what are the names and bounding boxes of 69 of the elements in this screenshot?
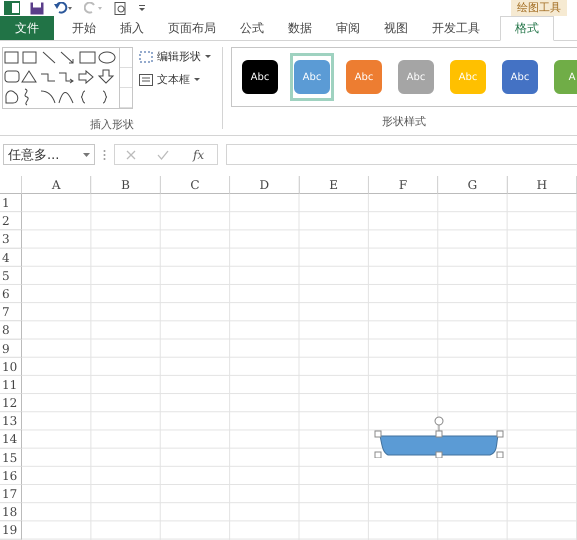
undo-icon[interactable]: [54, 2, 74, 14]
column-header[interactable]: H: [508, 176, 577, 194]
row-header[interactable]: 2: [0, 212, 22, 230]
column-header[interactable]: G: [438, 176, 508, 194]
freeform-shape[interactable]: [380, 436, 498, 456]
column-header[interactable]: C: [160, 176, 230, 194]
name-box[interactable]: 任意多...: [3, 144, 95, 165]
style-label: A: [568, 72, 576, 82]
check-icon[interactable]: [157, 150, 170, 160]
column-header[interactable]: E: [300, 176, 369, 194]
row-header[interactable]: 11: [0, 376, 22, 394]
group-label: 插入形状: [89, 116, 135, 132]
row-header[interactable]: 3: [0, 230, 22, 249]
row-header[interactable]: 1: [0, 194, 22, 212]
row-header[interactable]: 7: [0, 303, 22, 322]
row-header[interactable]: 16: [0, 466, 22, 485]
row-header[interactable]: 15: [0, 448, 22, 467]
style-label: Abc: [406, 72, 426, 82]
column-header[interactable]: B: [91, 176, 161, 194]
excel-icon[interactable]: [4, 1, 20, 15]
drag-handle-icon[interactable]: [103, 148, 106, 160]
row-header[interactable]: 19: [0, 521, 22, 540]
text-box-icon: [139, 74, 153, 86]
group-label: 形状样式: [381, 114, 427, 130]
ribbon-tab[interactable]: 页面布局: [156, 16, 228, 40]
caret-icon: [83, 152, 90, 156]
row-header[interactable]: 18: [0, 503, 22, 522]
style-option[interactable]: Abc: [238, 53, 282, 101]
save-icon[interactable]: [30, 2, 44, 14]
row-header[interactable]: 10: [0, 358, 22, 376]
row-header[interactable]: 13: [0, 412, 22, 430]
print-preview-icon[interactable]: [114, 2, 128, 14]
ribbon-tab[interactable]: 视图: [372, 16, 420, 40]
style-label: Abc: [354, 72, 374, 82]
insert-function-button[interactable]: fx: [190, 148, 206, 162]
row-header[interactable]: 5: [0, 266, 22, 285]
ribbon-tab[interactable]: 数据: [276, 16, 324, 40]
column-header[interactable]: F: [368, 176, 438, 194]
edit-shape-button[interactable]: 编辑形状: [137, 47, 213, 66]
ribbon-tab[interactable]: 开始: [60, 16, 108, 40]
ribbon-tab[interactable]: 开发工具: [420, 16, 492, 40]
edit-points-icon: [139, 50, 153, 62]
style-option[interactable]: Abc: [498, 53, 542, 101]
gallery-scrollbar[interactable]: [119, 48, 132, 108]
row-header[interactable]: 14: [0, 430, 22, 449]
row-header[interactable]: 6: [0, 284, 22, 304]
style-label: Abc: [458, 72, 478, 82]
ribbon-tab[interactable]: 公式: [228, 16, 276, 40]
row-header[interactable]: 8: [0, 321, 22, 340]
customize-icon[interactable]: [138, 3, 146, 13]
contextual-tab-label: 绘图工具: [511, 0, 567, 16]
row-header[interactable]: 4: [0, 248, 22, 267]
selection-handles[interactable]: [374, 416, 504, 458]
column-header[interactable]: A: [22, 176, 92, 194]
file-tab[interactable]: 文件: [0, 16, 54, 40]
style-label: Abc: [302, 72, 322, 82]
caret-icon: [205, 54, 211, 58]
ribbon-tab[interactable]: 格式: [500, 16, 554, 41]
text-box-button[interactable]: 文本框: [137, 70, 213, 89]
formula-input[interactable]: [226, 144, 577, 165]
column-header[interactable]: D: [230, 176, 300, 194]
style-label: Abc: [510, 72, 530, 82]
row-header[interactable]: 9: [0, 340, 22, 358]
ribbon-tab[interactable]: 插入: [108, 16, 156, 40]
ribbon-tab[interactable]: 审阅: [324, 16, 372, 40]
row-header[interactable]: 12: [0, 394, 22, 412]
style-label: Abc: [250, 72, 270, 82]
caret-icon: [194, 78, 200, 82]
row-header[interactable]: 17: [0, 485, 22, 504]
